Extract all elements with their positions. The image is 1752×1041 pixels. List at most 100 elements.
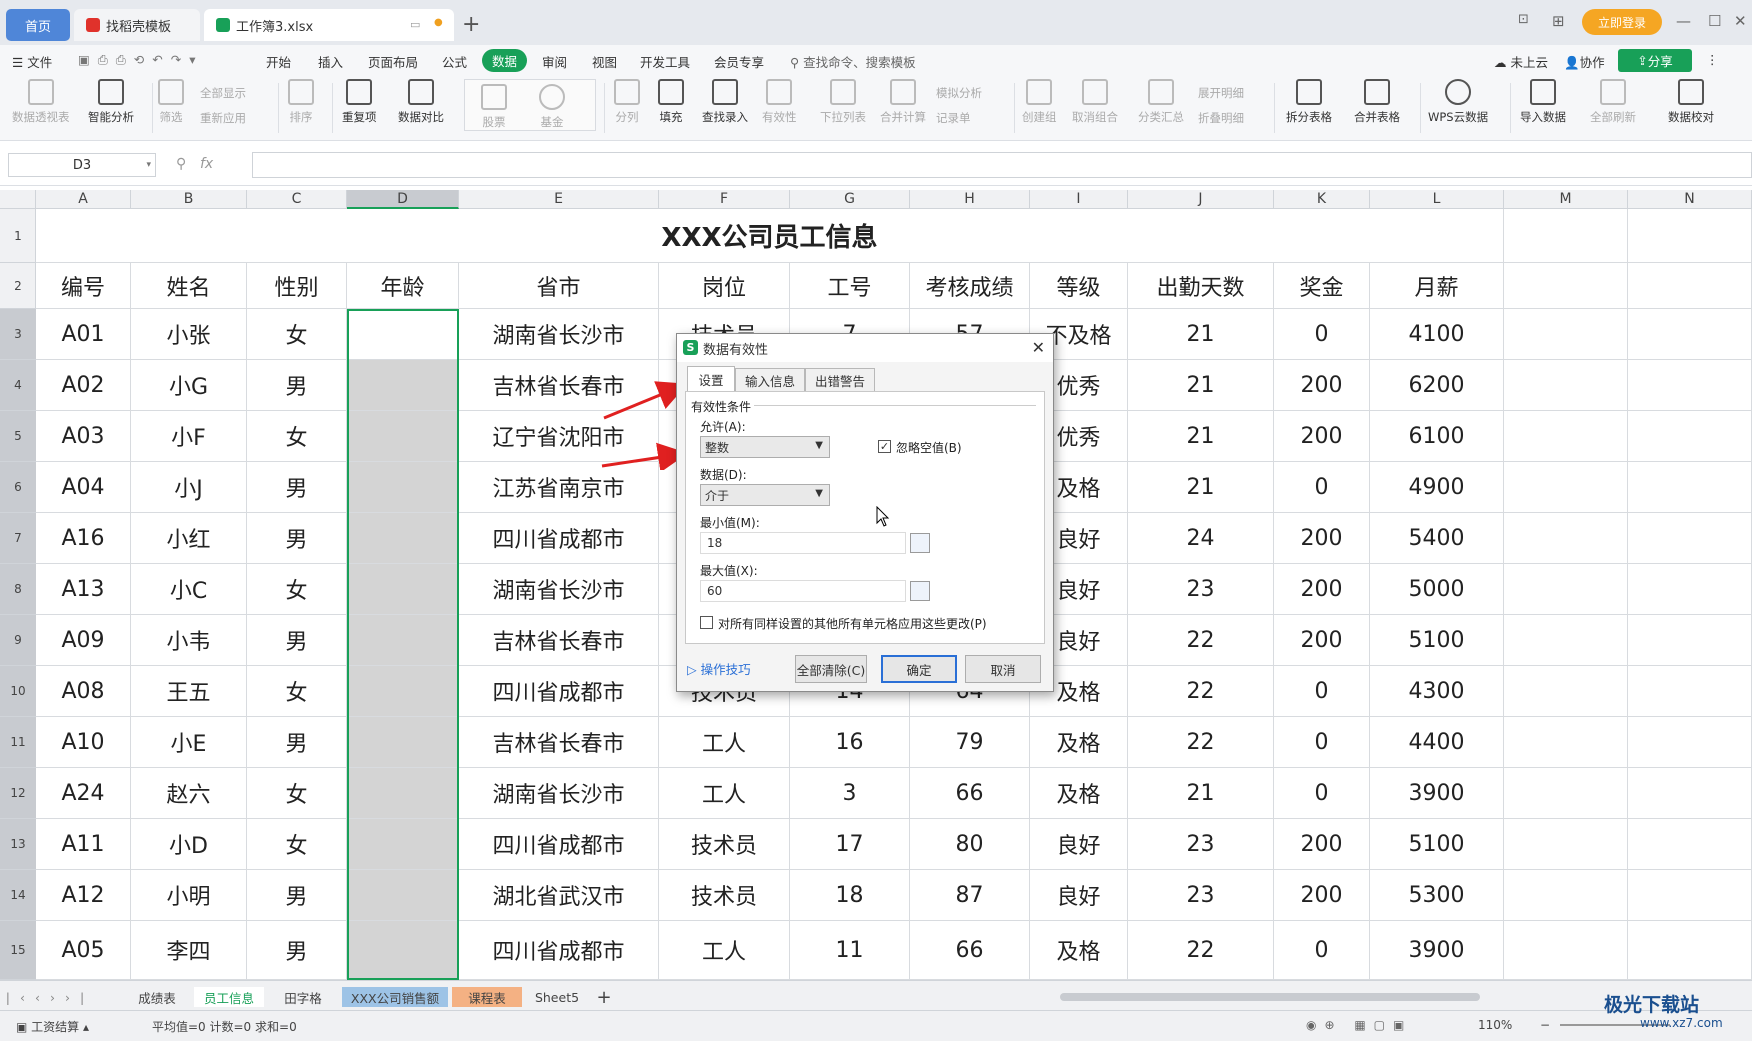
subtotal-button[interactable]: 分类汇总 <box>1138 79 1184 125</box>
table-cell[interactable]: 200 <box>1274 513 1370 564</box>
zoom-out-icon[interactable]: − <box>1540 1018 1550 1032</box>
grid-cell[interactable] <box>1628 564 1752 615</box>
column-header[interactable]: A <box>36 190 131 209</box>
table-cell[interactable]: 11 <box>790 921 910 980</box>
grid-cell[interactable] <box>1504 666 1628 717</box>
row-header[interactable]: 3 <box>0 309 36 360</box>
table-cell[interactable]: 男 <box>247 513 347 564</box>
table-cell[interactable]: 80 <box>910 819 1030 870</box>
age-cell[interactable] <box>347 411 459 462</box>
more-icon[interactable]: ⋮ <box>1706 52 1719 67</box>
grid-cell[interactable] <box>1504 309 1628 360</box>
column-header[interactable]: E <box>459 190 659 209</box>
grid-cell[interactable] <box>1504 513 1628 564</box>
column-header[interactable]: F <box>659 190 790 209</box>
table-cell[interactable]: 小G <box>131 360 247 411</box>
login-button[interactable]: 立即登录 <box>1582 9 1662 35</box>
grid-cell[interactable] <box>1504 411 1628 462</box>
table-cell[interactable]: 0 <box>1274 717 1370 768</box>
range-picker-icon[interactable] <box>910 533 930 553</box>
menu-start[interactable]: 开始 <box>266 52 291 71</box>
grid-cell[interactable] <box>1504 462 1628 513</box>
add-sheet-button[interactable]: + <box>594 987 614 1008</box>
table-cell[interactable]: 王五 <box>131 666 247 717</box>
fx-icon[interactable]: fx <box>200 156 213 172</box>
max-value-input[interactable]: 60 <box>700 580 906 602</box>
duplicates-button[interactable]: 重复项 <box>342 79 377 125</box>
close-icon[interactable]: ✕ <box>1734 12 1747 30</box>
ok-button[interactable]: 确定 <box>881 655 957 683</box>
table-cell[interactable]: 吉林省长春市 <box>459 717 659 768</box>
table-cell[interactable]: 工人 <box>659 717 790 768</box>
table-cell[interactable]: 200 <box>1274 360 1370 411</box>
grid-cell[interactable] <box>1628 819 1752 870</box>
name-box[interactable]: D3 ▾ <box>8 153 156 177</box>
table-cell[interactable]: 湖南省长沙市 <box>459 309 659 360</box>
lookup-entry-button[interactable]: 查找录入 <box>702 79 748 125</box>
table-cell[interactable]: 23 <box>1128 870 1274 921</box>
menu-page-layout[interactable]: 页面布局 <box>368 52 418 71</box>
tab-workbook[interactable]: 工作簿3.xlsx ▭ ● <box>204 9 454 41</box>
row-header[interactable]: 13 <box>0 819 36 870</box>
age-cell[interactable] <box>347 717 459 768</box>
table-cell[interactable]: 23 <box>1128 819 1274 870</box>
split-table-button[interactable]: 拆分表格 <box>1286 79 1332 125</box>
table-cell[interactable]: 66 <box>910 768 1030 819</box>
data-verify-button[interactable]: 数据校对 <box>1668 79 1714 125</box>
table-cell[interactable]: 5100 <box>1370 819 1504 870</box>
grid-cell[interactable] <box>1504 717 1628 768</box>
grid-cell[interactable] <box>1504 921 1628 980</box>
cloud-status[interactable]: ☁ 未上云 <box>1494 52 1548 71</box>
table-cell[interactable]: 女 <box>247 309 347 360</box>
table-cell[interactable]: 良好 <box>1030 870 1128 921</box>
filter-button[interactable]: 筛选 <box>158 79 184 125</box>
table-cell[interactable]: 技术员 <box>659 819 790 870</box>
record-form-button[interactable]: 记录单 <box>936 110 971 126</box>
grid-cell[interactable] <box>1504 263 1628 309</box>
table-cell[interactable]: 0 <box>1274 768 1370 819</box>
table-cell[interactable]: 18 <box>790 870 910 921</box>
table-cell[interactable]: 工人 <box>659 921 790 980</box>
age-cell[interactable] <box>347 615 459 666</box>
row-header[interactable]: 8 <box>0 564 36 615</box>
view-mode-icons[interactable]: ◉⊕ ▦▢▣ <box>1306 1018 1412 1032</box>
table-cell[interactable]: 21 <box>1128 768 1274 819</box>
column-header[interactable]: J <box>1128 190 1274 209</box>
header-cell[interactable]: 奖金 <box>1274 263 1370 309</box>
table-cell[interactable]: 吉林省长春市 <box>459 615 659 666</box>
column-header-selected[interactable]: D <box>347 190 459 209</box>
table-cell[interactable]: 男 <box>247 615 347 666</box>
table-cell[interactable]: 及格 <box>1030 921 1128 980</box>
share-button[interactable]: ⇪ 分享 <box>1618 49 1692 72</box>
grid-cell[interactable] <box>1628 870 1752 921</box>
pivot-table-button[interactable]: 数据透视表 <box>12 79 70 125</box>
table-cell[interactable]: A02 <box>36 360 131 411</box>
age-cell[interactable] <box>347 819 459 870</box>
fill-button[interactable]: 填充 <box>658 79 684 125</box>
table-cell[interactable]: 小韦 <box>131 615 247 666</box>
table-cell[interactable]: 200 <box>1274 819 1370 870</box>
grid-cell[interactable] <box>1628 921 1752 980</box>
table-cell[interactable]: 3900 <box>1370 768 1504 819</box>
column-header[interactable]: G <box>790 190 910 209</box>
menu-review[interactable]: 审阅 <box>542 52 567 71</box>
table-cell[interactable]: 21 <box>1128 411 1274 462</box>
table-cell[interactable]: A24 <box>36 768 131 819</box>
what-if-button[interactable]: 模拟分析 <box>936 85 982 101</box>
table-cell[interactable]: 良好 <box>1030 819 1128 870</box>
sort-button[interactable]: 排序 <box>288 79 314 125</box>
grid-cell[interactable] <box>1504 360 1628 411</box>
table-cell[interactable]: 22 <box>1128 921 1274 980</box>
ignore-blank-checkbox[interactable]: ✓ <box>878 440 891 453</box>
table-cell[interactable]: 24 <box>1128 513 1274 564</box>
row-header[interactable]: 1 <box>0 209 36 263</box>
import-data-button[interactable]: 导入数据 <box>1520 79 1566 125</box>
row-header[interactable]: 6 <box>0 462 36 513</box>
status-mode[interactable]: ▣ 工资结算 ▴ <box>16 1018 89 1035</box>
table-cell[interactable]: 小红 <box>131 513 247 564</box>
table-cell[interactable]: 6100 <box>1370 411 1504 462</box>
header-cell[interactable]: 编号 <box>36 263 131 309</box>
table-cell[interactable]: A08 <box>36 666 131 717</box>
tab-settings[interactable]: 设置 <box>687 366 735 392</box>
table-cell[interactable]: 小F <box>131 411 247 462</box>
